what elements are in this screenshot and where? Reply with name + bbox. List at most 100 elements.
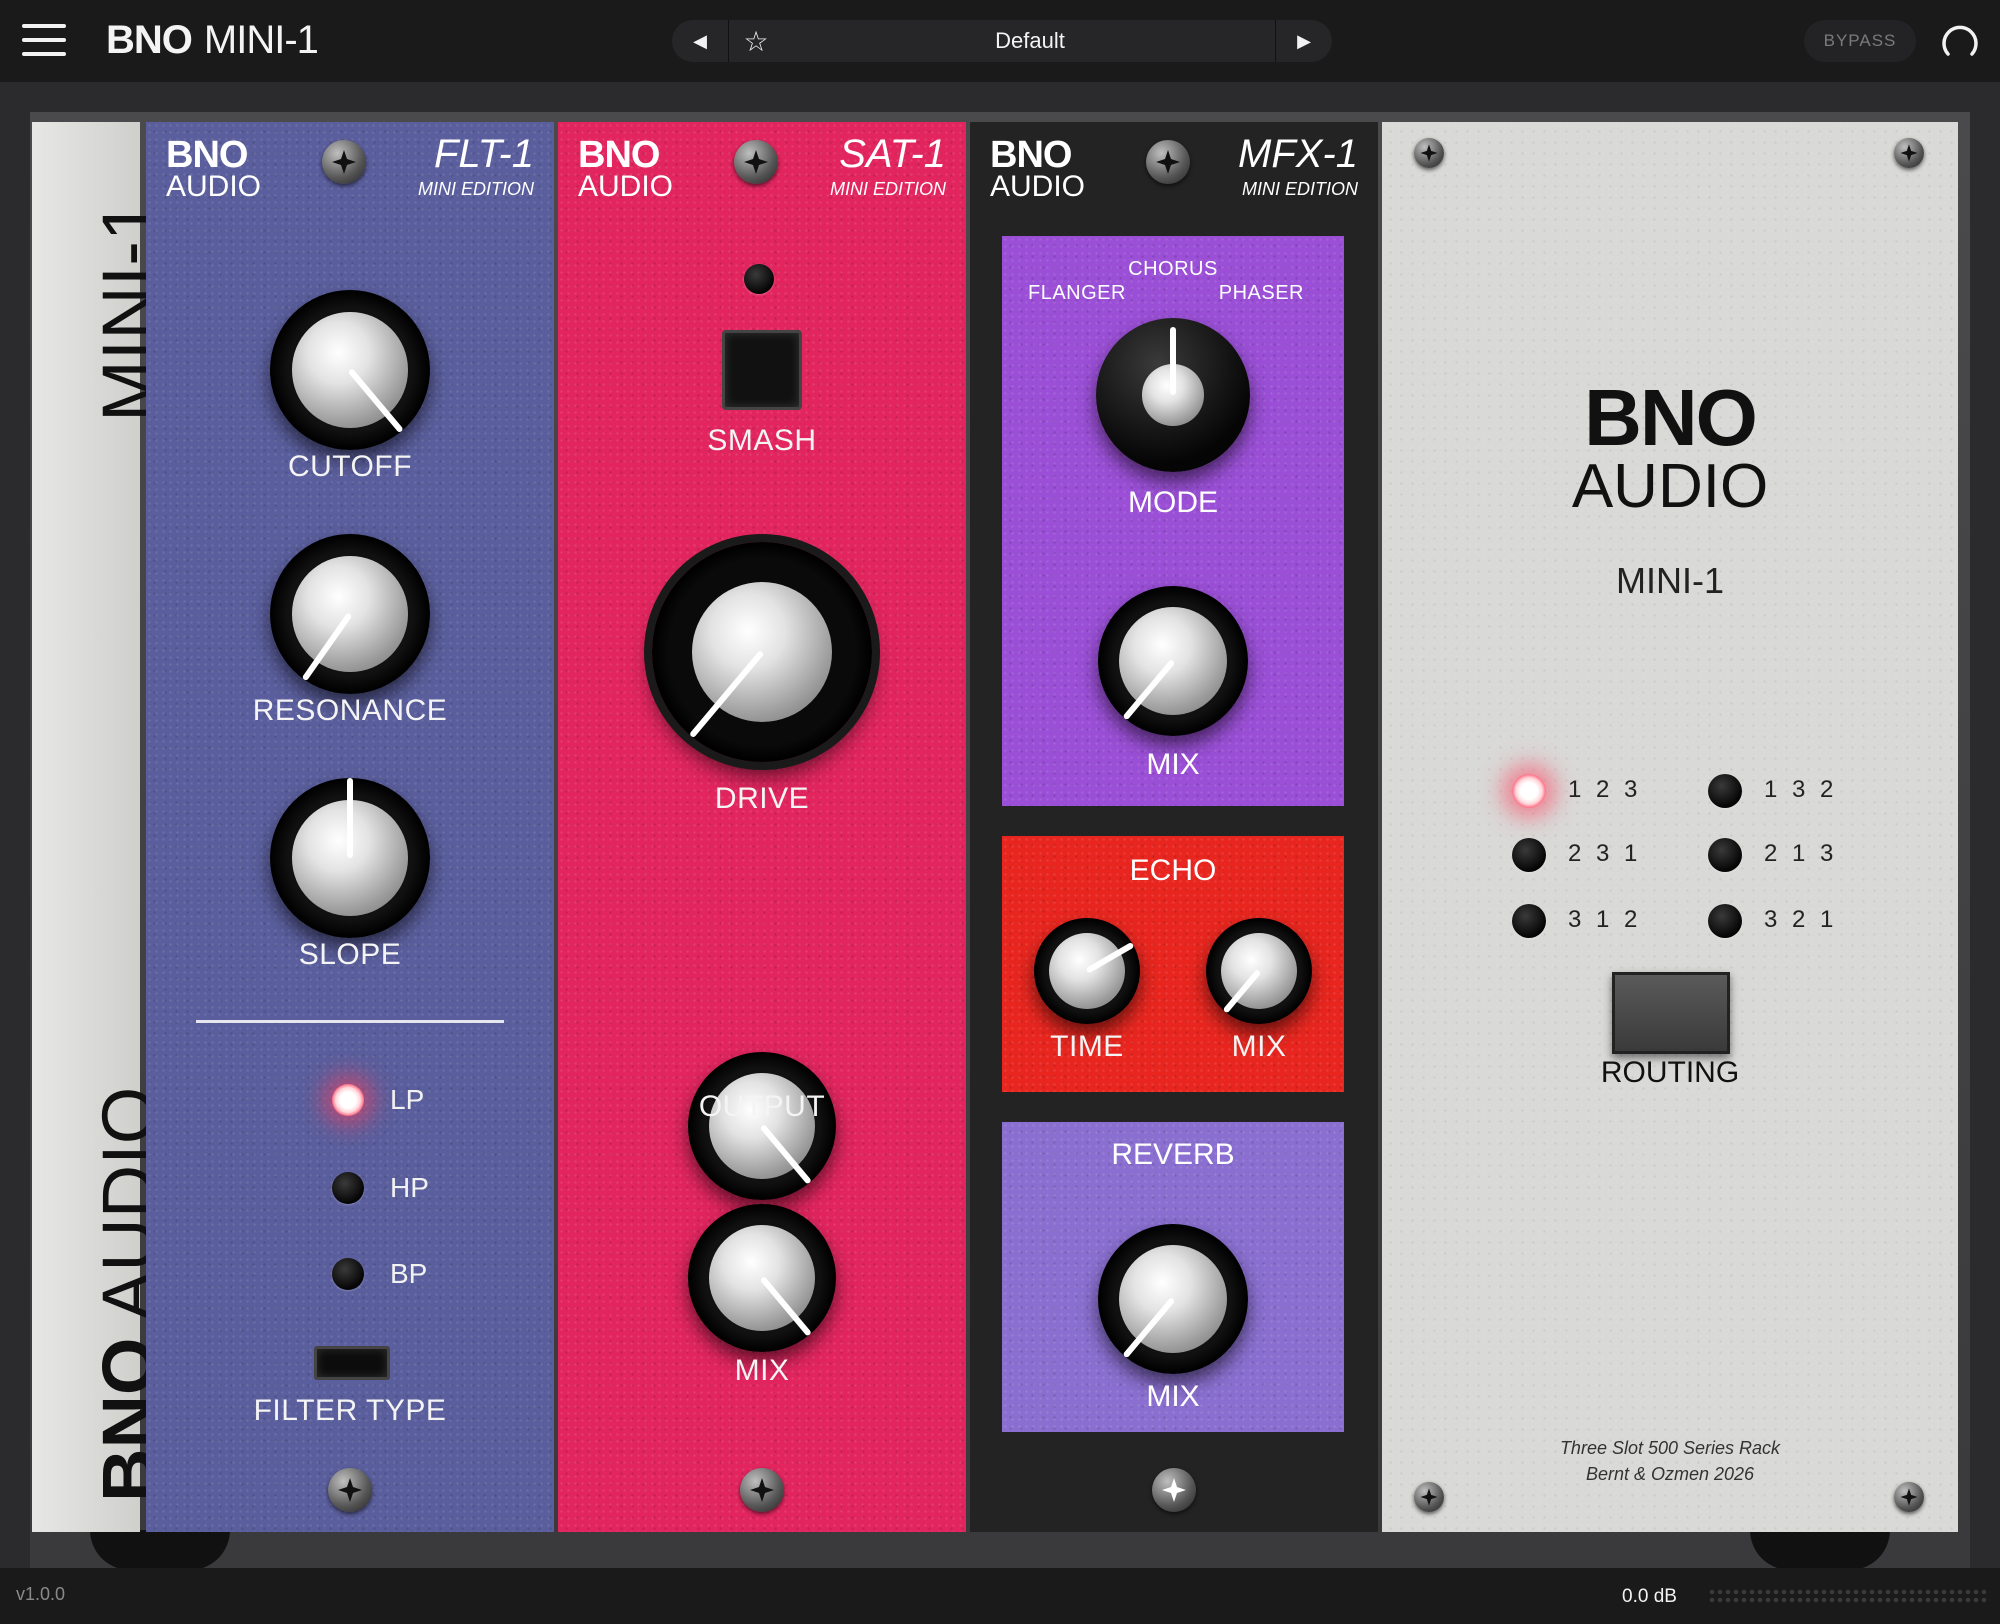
menu-icon[interactable]: [22, 22, 66, 58]
mode-phaser-label[interactable]: PHASER: [1219, 282, 1304, 305]
output-knob[interactable]: [688, 1052, 836, 1200]
flt-edition: MINI EDITION: [418, 179, 534, 199]
rack-foot: [90, 1530, 230, 1570]
rack-foot: [1750, 1530, 1890, 1570]
app-title: BNO MINI-1: [106, 18, 319, 63]
reverb-section: REVERB MIX: [1002, 1122, 1344, 1432]
screw-icon: [1894, 138, 1924, 168]
routing-213-led[interactable]: [1708, 838, 1742, 872]
app-brand: BNO: [106, 18, 193, 62]
mode-selector-knob[interactable]: [1096, 318, 1250, 472]
brand-logo-sub: AUDIO: [1571, 452, 1769, 521]
routing-123-label: 1 2 3: [1568, 776, 1642, 803]
flt-brand-bottom: AUDIO: [166, 170, 262, 203]
mfx-brand: BNO AUDIO: [990, 136, 1085, 202]
mfx-brand-bottom: AUDIO: [990, 170, 1086, 203]
mfx-brand-top: BNO: [990, 134, 1072, 176]
mfx-edition: MINI EDITION: [1242, 179, 1358, 199]
routing-213-label: 2 1 3: [1764, 840, 1838, 867]
slope-knob[interactable]: [270, 778, 430, 938]
routing-312-label: 3 1 2: [1568, 906, 1642, 933]
favorite-star-icon[interactable]: ☆: [728, 20, 784, 62]
preset-bar: ◀ ☆ Default ▶: [672, 20, 1332, 62]
brand-model: MINI-1: [1616, 560, 1724, 601]
filter-type-button[interactable]: [314, 1346, 390, 1380]
echo-mix-knob[interactable]: [1206, 918, 1312, 1024]
echo-mix-label: MIX: [1231, 1030, 1287, 1063]
mfx-model: MFX-1 MINI EDITION: [1238, 134, 1358, 198]
filter-hp-led[interactable]: [332, 1172, 364, 1204]
routing-label: ROUTING: [1600, 1056, 1740, 1089]
flt-brand-top: BNO: [166, 134, 248, 176]
echo-title: ECHO: [1129, 854, 1217, 887]
sat-mix-label: MIX: [734, 1354, 790, 1387]
routing-123-led[interactable]: [1512, 774, 1546, 808]
flt-brand: BNO AUDIO: [166, 136, 261, 202]
cutoff-label: CUTOFF: [287, 450, 413, 483]
echo-time-knob[interactable]: [1034, 918, 1140, 1024]
brand-logo: BNO: [1584, 373, 1758, 462]
reverb-mix-knob[interactable]: [1098, 1224, 1248, 1374]
routing-321-led[interactable]: [1708, 904, 1742, 938]
screw-icon: [734, 140, 778, 184]
mod-mix-label: MIX: [1146, 748, 1200, 781]
sat-brand-top: BNO: [578, 134, 660, 176]
filter-hp-label: HP: [390, 1172, 429, 1203]
brand-panel: BNO AUDIO MINI-1 1 2 3 1 3 2 2 3 1 2 1 3…: [1382, 122, 1958, 1532]
preset-next-button[interactable]: ▶: [1275, 20, 1332, 62]
smash-button[interactable]: [722, 330, 802, 410]
side-panel: MINI-1 BNO AUDIO: [32, 122, 170, 1532]
power-icon[interactable]: [1940, 22, 1980, 62]
smash-led: [744, 264, 774, 294]
level-meter: [1708, 1588, 1990, 1604]
sat-brand-bottom: AUDIO: [578, 170, 674, 203]
routing-312-led[interactable]: [1512, 904, 1546, 938]
filter-bp-led[interactable]: [332, 1258, 364, 1290]
bypass-button[interactable]: BYPASS: [1804, 20, 1916, 62]
sat-edition: MINI EDITION: [830, 179, 946, 199]
cutoff-knob[interactable]: [270, 290, 430, 450]
credit-line-1: Three Slot 500 Series Rack: [1559, 1438, 1781, 1458]
sat-model: SAT-1 MINI EDITION: [830, 134, 946, 198]
triangle-right-icon: ▶: [1297, 30, 1311, 51]
mod-mix-knob[interactable]: [1098, 586, 1248, 736]
drive-knob[interactable]: [652, 542, 872, 762]
filter-lp-label: LP: [390, 1084, 425, 1115]
screw-icon: [322, 140, 366, 184]
output-level-readout: 0.0 dB: [1622, 1586, 1677, 1607]
app-name: MINI-1: [203, 18, 319, 62]
sat-mix-knob[interactable]: [688, 1204, 836, 1352]
filter-lp-led[interactable]: [332, 1084, 364, 1116]
top-bar: BNO MINI-1 ◀ ☆ Default ▶ BYPASS: [0, 0, 2000, 82]
output-label: OUTPUT: [698, 1090, 826, 1123]
resonance-knob[interactable]: [270, 534, 430, 694]
filter-bp-label: BP: [390, 1258, 428, 1289]
sat-brand: BNO AUDIO: [578, 136, 673, 202]
flt-model: FLT-1 MINI EDITION: [418, 134, 534, 198]
mfx-model-name: MFX-1: [1238, 132, 1358, 176]
routing-231-led[interactable]: [1512, 838, 1546, 872]
slope-label: SLOPE: [298, 938, 402, 971]
divider: [196, 1020, 504, 1023]
mode-chorus-label[interactable]: CHORUS: [1002, 258, 1344, 281]
reverb-mix-label: MIX: [1146, 1380, 1200, 1413]
routing-321-label: 3 2 1: [1764, 906, 1838, 933]
routing-button[interactable]: [1612, 972, 1730, 1054]
mode-flanger-label[interactable]: FLANGER: [1028, 282, 1126, 305]
smash-label: SMASH: [707, 424, 817, 457]
routing-132-led[interactable]: [1708, 774, 1742, 808]
routing-231-label: 2 3 1: [1568, 840, 1642, 867]
reverb-title: REVERB: [1111, 1138, 1235, 1171]
preset-prev-button[interactable]: ◀: [672, 20, 729, 62]
modulation-section: CHORUS FLANGER PHASER MODE MIX: [1002, 236, 1344, 806]
flt-module: BNO AUDIO FLT-1 MINI EDITION CUTOFF RESONA…: [146, 122, 554, 1532]
preset-name[interactable]: Default: [784, 20, 1276, 62]
drive-label: DRIVE: [714, 782, 810, 815]
sat-module: BNO AUDIO SAT-1 MINI EDITION SMASH DRIVE O…: [558, 122, 966, 1532]
version-label: v1.0.0: [16, 1584, 66, 1604]
screw-icon: [1894, 1482, 1924, 1512]
routing-132-label: 1 3 2: [1764, 776, 1838, 803]
bottom-bar: v1.0.0 0.0 dB: [0, 1568, 2000, 1624]
echo-time-label: TIME: [1050, 1030, 1124, 1063]
flt-model-name: FLT-1: [433, 132, 534, 176]
